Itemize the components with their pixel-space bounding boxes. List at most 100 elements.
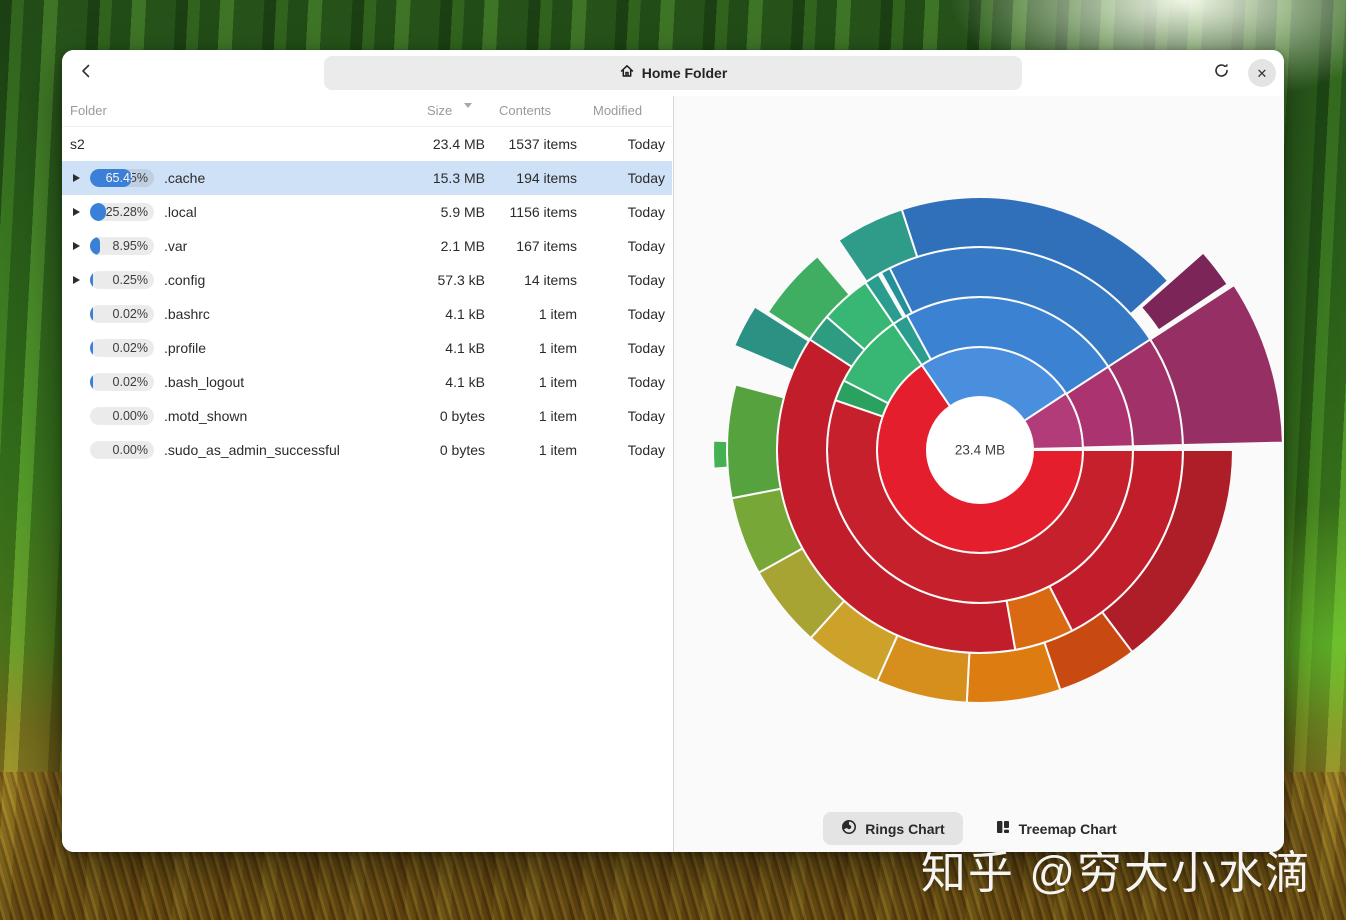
rings-chart-label: Rings Chart (865, 820, 945, 837)
usage-percent-fill (90, 373, 93, 391)
folder-size: 0 bytes (439, 408, 485, 424)
titlebar: Home Folder ✕ (62, 50, 1284, 96)
expander-icon[interactable] (73, 174, 80, 182)
folder-modified: Today (627, 340, 665, 356)
folder-contents: 14 items (524, 272, 577, 288)
folder-list-pane: Folder Size Contents Modified s2 23.4 MB… (62, 96, 672, 852)
column-header-modified[interactable]: Modified (593, 103, 642, 118)
expander-icon[interactable] (73, 208, 80, 216)
table-row[interactable]: 0.25% .config 57.3 kB 14 items Today (62, 263, 672, 297)
usage-percent-bar: 0.02% (90, 373, 154, 391)
ring-segment[interactable] (726, 383, 785, 500)
folder-modified: Today (627, 306, 665, 322)
disk-usage-analyzer-window: Home Folder ✕ Folder Size Contents Modif… (62, 50, 1284, 852)
usage-percent-bar: 25.28% (90, 203, 154, 221)
folder-size: 23.4 MB (432, 136, 485, 152)
treemap-chart-label: Treemap Chart (1018, 820, 1117, 837)
table-row-root[interactable]: s2 23.4 MB 1537 items Today (62, 127, 672, 161)
expander-icon[interactable] (73, 242, 80, 250)
folder-rows: 65.45%65.45%.cache15.3 MB194 itemsToday2… (62, 161, 672, 467)
folder-name: .bash_logout (164, 374, 245, 390)
table-row[interactable]: 8.95% .var 2.1 MB 167 items Today (62, 229, 672, 263)
folder-modified: Today (627, 204, 665, 220)
folder-contents: 1 item (538, 442, 577, 458)
page-title: Home Folder (641, 65, 728, 81)
rings-chart[interactable] (674, 96, 1284, 852)
usage-percent-label: 0.02% (112, 307, 148, 321)
table-header: Folder Size Contents Modified (62, 96, 672, 127)
chart-total-label: 23.4 MB (954, 442, 1006, 458)
folder-size: 4.1 kB (445, 340, 485, 356)
usage-percent-bar: 65.45%65.45% (90, 169, 154, 187)
column-header-folder[interactable]: Folder (70, 103, 107, 118)
folder-name: .var (164, 238, 188, 254)
folder-name: .motd_shown (164, 408, 248, 424)
folder-contents: 1 item (538, 374, 577, 390)
usage-percent-label: 8.95% (112, 239, 148, 253)
chevron-left-icon (78, 63, 94, 84)
folder-modified: Today (627, 374, 665, 390)
folder-modified: Today (627, 136, 665, 152)
close-button[interactable]: ✕ (1248, 59, 1276, 87)
usage-percent-bar: 0.00% (90, 407, 154, 425)
folder-size: 57.3 kB (437, 272, 485, 288)
folder-size: 4.1 kB (445, 374, 485, 390)
usage-percent-fill (90, 203, 106, 221)
table-row[interactable]: 25.28% .local 5.9 MB 1156 items Today (62, 195, 672, 229)
folder-size: 0 bytes (439, 442, 485, 458)
usage-percent-bar: 0.25% (90, 271, 154, 289)
folder-size: 5.9 MB (440, 204, 485, 220)
folder-contents: 1156 items (509, 204, 577, 220)
ring-segment[interactable] (712, 439, 729, 470)
usage-percent-label-overlay: 65.45% (105, 171, 132, 185)
usage-percent-fill (90, 237, 100, 255)
folder-modified: Today (627, 238, 665, 254)
folder-size: 2.1 MB (440, 238, 485, 254)
folder-contents: 1537 items (508, 136, 577, 152)
table-row[interactable]: 0.00% .sudo_as_admin_successful 0 bytes 1 i… (62, 433, 672, 467)
sort-descending-icon[interactable] (464, 103, 472, 108)
usage-percent-label: 25.28% (105, 205, 148, 219)
usage-percent-bar: 0.00% (90, 441, 154, 459)
folder-contents: 1 item (538, 340, 577, 356)
rings-chart-icon (841, 819, 857, 838)
usage-percent-label: 0.00% (112, 409, 148, 423)
folder-contents: 167 items (516, 238, 577, 254)
watermark: 知乎 @穷大小水滴 (920, 847, 1312, 898)
folder-contents: 1 item (538, 306, 577, 322)
usage-percent-label: 0.25% (112, 273, 148, 287)
close-icon: ✕ (1256, 65, 1268, 81)
table-row[interactable]: 0.02% .bashrc 4.1 kB 1 item Today (62, 297, 672, 331)
folder-name: .bashrc (164, 306, 210, 322)
folder-contents: 1 item (538, 408, 577, 424)
folder-contents: 194 items (516, 170, 577, 186)
usage-percent-fill (90, 271, 93, 289)
folder-modified: Today (627, 170, 665, 186)
table-row[interactable]: 0.02% .bash_logout 4.1 kB 1 item Today (62, 365, 672, 399)
usage-percent-bar: 0.02% (90, 339, 154, 357)
refresh-icon (1213, 62, 1230, 84)
folder-name: .sudo_as_admin_successful (164, 442, 340, 458)
folder-modified: Today (627, 442, 665, 458)
table-row[interactable]: 65.45%65.45% .cache 15.3 MB 194 items Today (62, 161, 672, 195)
usage-percent-fill (90, 339, 93, 357)
table-row[interactable]: 0.00% .motd_shown 0 bytes 1 item Today (62, 399, 672, 433)
expander-icon[interactable] (73, 276, 80, 284)
folder-modified: Today (627, 408, 665, 424)
refresh-button[interactable] (1207, 59, 1235, 87)
usage-percent-bar: 0.02% (90, 305, 154, 323)
folder-modified: Today (627, 272, 665, 288)
column-header-size[interactable]: Size (427, 103, 452, 118)
usage-percent-fill (90, 305, 93, 323)
folder-name: .local (164, 204, 197, 220)
usage-percent-label: 0.00% (112, 443, 148, 457)
window-title-pill[interactable]: Home Folder (324, 56, 1022, 90)
folder-name: .config (164, 272, 206, 288)
back-button[interactable] (72, 59, 100, 87)
column-header-contents[interactable]: Contents (499, 103, 551, 118)
table-row[interactable]: 0.02% .profile 4.1 kB 1 item Today (62, 331, 672, 365)
usage-percent-label: 0.02% (112, 375, 148, 389)
folder-name: .cache (164, 170, 206, 186)
home-icon (619, 63, 635, 84)
usage-percent-label: 0.02% (112, 341, 148, 355)
